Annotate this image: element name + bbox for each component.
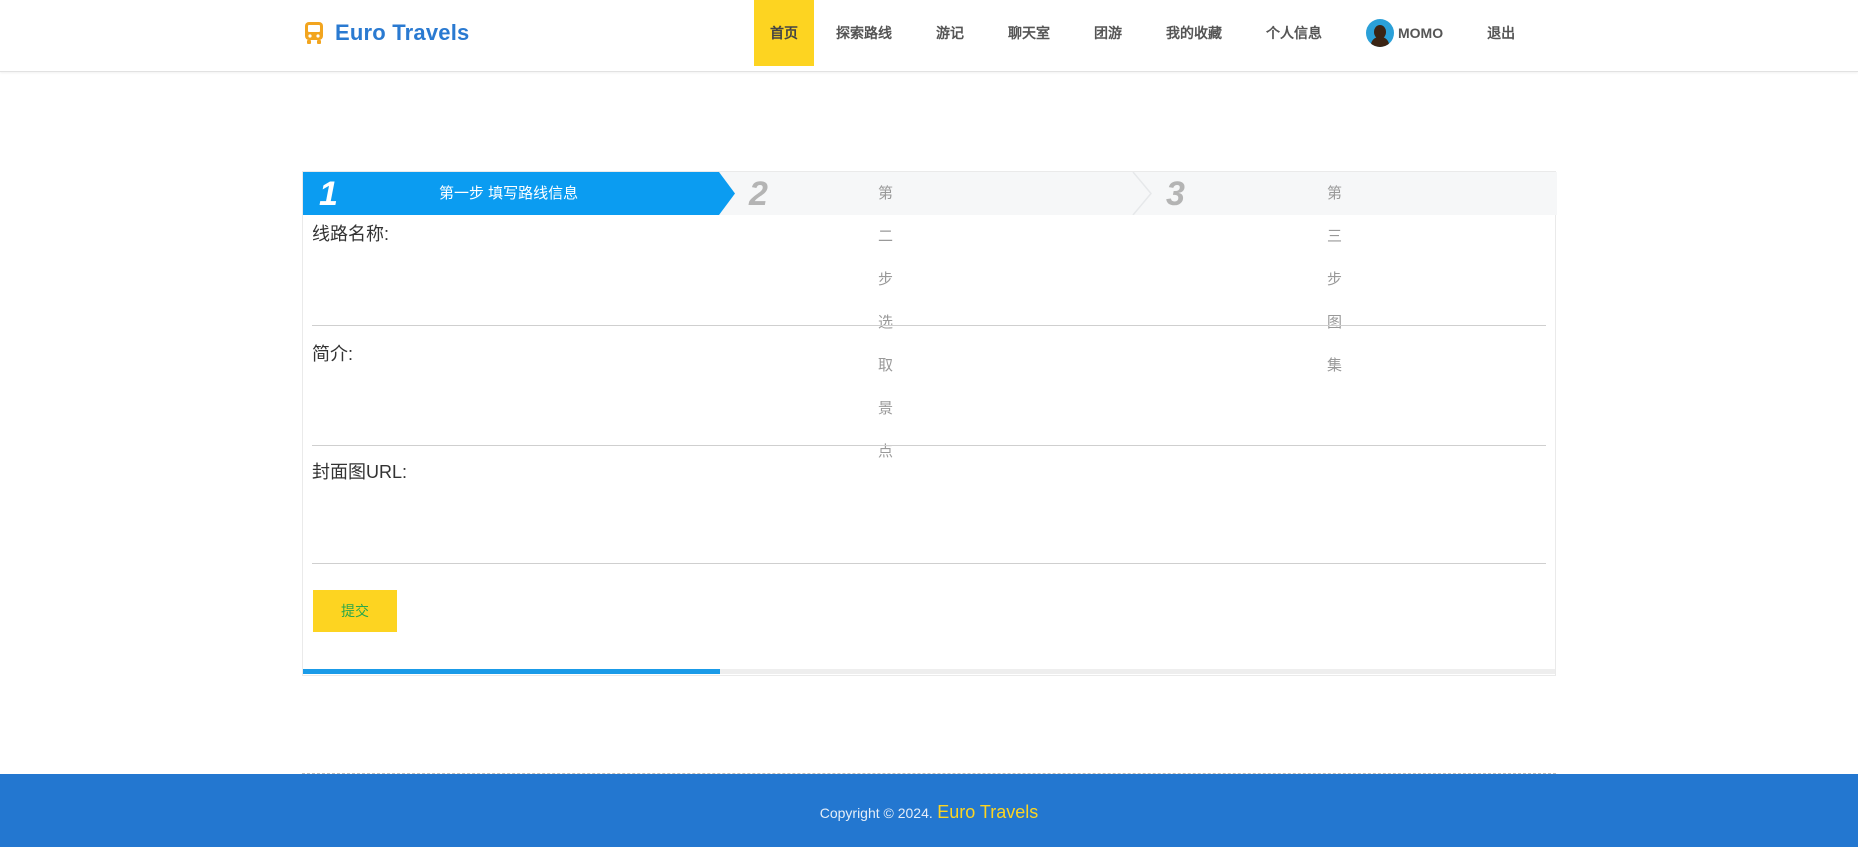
submit-button[interactable]: 提交 bbox=[313, 590, 397, 632]
wizard-step-1[interactable]: 1 第一步 填写路线信息 bbox=[303, 172, 735, 215]
logout-link[interactable]: 退出 bbox=[1465, 0, 1537, 66]
cover-url-input[interactable] bbox=[312, 540, 1546, 564]
nav-item-profile[interactable]: 个人信息 bbox=[1244, 0, 1344, 66]
wizard-progress-bar bbox=[303, 669, 1555, 674]
site-logo[interactable]: Euro Travels bbox=[303, 18, 469, 48]
route-name-input[interactable] bbox=[312, 302, 1546, 326]
step-2-number: 2 bbox=[749, 175, 768, 213]
wizard-progress-fill bbox=[303, 669, 720, 674]
intro-label: 简介: bbox=[312, 344, 354, 364]
top-header: Euro Travels 首页 探索路线 游记 聊天室 团游 我的收藏 个人信息… bbox=[0, 0, 1858, 72]
site-logo-text: Euro Travels bbox=[335, 20, 470, 45]
bus-icon bbox=[305, 22, 323, 44]
user-menu[interactable]: MOMO bbox=[1344, 0, 1465, 66]
nav-item-favorites[interactable]: 我的收藏 bbox=[1144, 0, 1244, 66]
intro-input[interactable] bbox=[312, 422, 1546, 446]
user-name: MOMO bbox=[1398, 25, 1444, 41]
nav-item-group-tour[interactable]: 团游 bbox=[1072, 0, 1144, 66]
footer-text: Copyright © 2024. Euro Travels bbox=[0, 802, 1858, 823]
step-1-number: 1 bbox=[319, 175, 338, 213]
cover-url-label: 封面图URL: bbox=[312, 462, 408, 482]
footer-copyright: Copyright © 2024. bbox=[819, 805, 933, 821]
route-name-field: 线路名称: bbox=[312, 222, 1546, 326]
step-3-number: 3 bbox=[1166, 175, 1185, 213]
route-wizard-card: 1 第一步 填写路线信息 2 第二步 选取景点 3 第三步 图集 线路名称: 简… bbox=[302, 171, 1557, 676]
nav-item-chat-room[interactable]: 聊天室 bbox=[986, 0, 1072, 66]
avatar bbox=[1366, 19, 1394, 47]
nav-item-explore-routes[interactable]: 探索路线 bbox=[814, 0, 914, 66]
nav-item-home[interactable]: 首页 bbox=[754, 0, 814, 66]
wizard-steps: 1 第一步 填写路线信息 2 第二步 选取景点 3 第三步 图集 bbox=[303, 172, 1557, 460]
main-nav: 首页 探索路线 游记 聊天室 团游 我的收藏 个人信息 MOMO 退出 bbox=[754, 0, 1537, 66]
nav-item-travel-notes[interactable]: 游记 bbox=[914, 0, 986, 66]
step-divider-icon bbox=[1132, 172, 1152, 215]
cover-url-field: 封面图URL: bbox=[312, 460, 1546, 564]
step-1-label: 第一步 填写路线信息 bbox=[439, 185, 579, 202]
intro-field: 简介: bbox=[312, 342, 1546, 446]
site-footer: Copyright © 2024. Euro Travels bbox=[0, 774, 1858, 847]
route-name-label: 线路名称: bbox=[312, 224, 390, 244]
footer-brand-link[interactable]: Euro Travels bbox=[937, 802, 1038, 822]
